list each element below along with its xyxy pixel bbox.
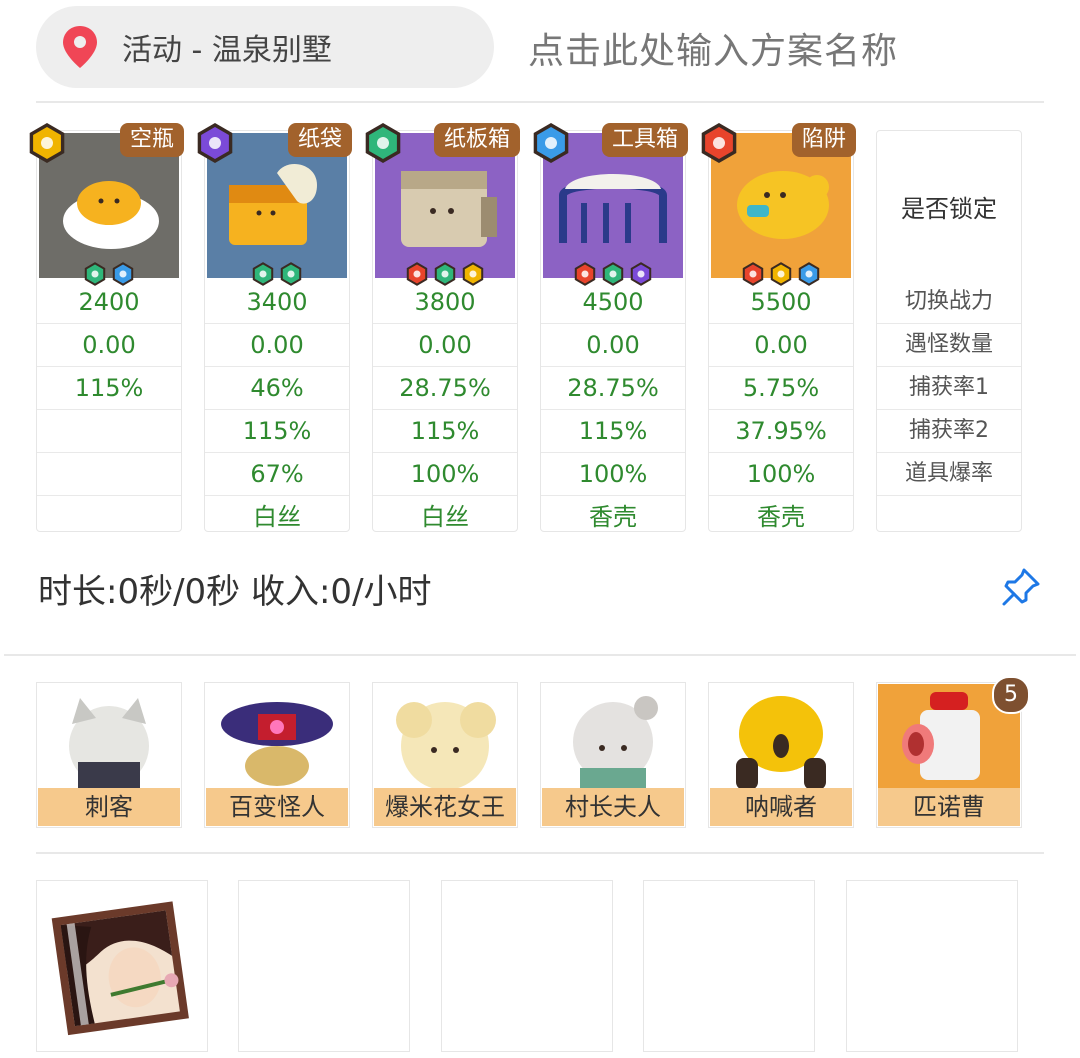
monster-portrait-icon	[221, 702, 333, 786]
element-icons	[373, 261, 517, 289]
pin-icon[interactable]	[1000, 566, 1042, 608]
portrait-card-icon	[51, 901, 189, 1036]
card-slot[interactable]	[238, 880, 410, 1052]
trap-item: 白丝	[205, 495, 349, 538]
monster-name: 百变怪人	[206, 788, 348, 826]
divider	[36, 101, 1044, 103]
plan-name-input[interactable]: 点击此处输入方案名称	[528, 22, 898, 74]
trap-name: 纸袋	[287, 123, 352, 157]
trap-capture-rate-2: 115%	[373, 409, 517, 452]
trap-encounters: 0.00	[205, 323, 349, 366]
purple-element-icon	[628, 261, 654, 289]
divider	[4, 654, 1076, 656]
monster-portrait-icon	[736, 696, 826, 788]
monster-card[interactable]: 呐喊者	[708, 682, 854, 828]
gold-element-icon	[768, 261, 794, 289]
monster-card[interactable]: 爆米花女王	[372, 682, 518, 828]
location-label: 活动 - 温泉别墅	[122, 33, 332, 68]
row-label-encounters: 遇怪数量	[877, 323, 1021, 366]
trap-encounters: 0.00	[541, 323, 685, 366]
green-element-icon	[432, 261, 458, 289]
green-element-icon	[250, 261, 276, 289]
location-pin-icon	[63, 26, 97, 68]
trap-capture-rate-2	[37, 409, 181, 452]
monster-name: 村长夫人	[542, 788, 684, 826]
trap-item: 香壳	[541, 495, 685, 538]
green-rarity-gem-icon	[361, 121, 405, 165]
trap-name: 陷阱	[791, 123, 856, 157]
blue-rarity-gem-icon	[529, 121, 573, 165]
trap-drop-rate: 100%	[373, 452, 517, 495]
trap-card[interactable]: 陷阱 5500 0.00 5.75% 37.95% 100% 香壳	[701, 123, 856, 532]
element-icons	[709, 261, 853, 289]
element-icons	[37, 261, 181, 289]
trap-capture-rate-2: 37.95%	[709, 409, 853, 452]
trap-capture-rate-1: 28.75%	[373, 366, 517, 409]
divider	[36, 852, 1044, 854]
trap-name: 空瓶	[119, 123, 184, 157]
card-slot[interactable]	[643, 880, 815, 1052]
count-badge: 5	[992, 676, 1030, 714]
blue-element-icon	[796, 261, 822, 289]
trap-capture-rate-1: 46%	[205, 366, 349, 409]
row-label-capture-rate-1: 捕获率1	[877, 366, 1021, 409]
trap-card[interactable]: 空瓶 2400 0.00 115%	[29, 123, 184, 532]
trap-drop-rate: 100%	[709, 452, 853, 495]
element-icons	[205, 261, 349, 289]
purple-rarity-gem-icon	[193, 121, 237, 165]
trap-name: 工具箱	[601, 123, 688, 157]
row-label-capture-rate-2: 捕获率2	[877, 409, 1021, 452]
trap-item: 香壳	[709, 495, 853, 538]
trap-encounters: 0.00	[37, 323, 181, 366]
green-element-icon	[82, 261, 108, 289]
lock-toggle-label[interactable]: 是否锁定	[877, 189, 1021, 224]
trap-card[interactable]: 纸袋 3400 0.00 46% 115% 67% 白丝	[197, 123, 352, 532]
trap-drop-rate: 100%	[541, 452, 685, 495]
monster-name: 刺客	[38, 788, 180, 826]
element-icons	[541, 261, 685, 289]
monster-name: 匹诺曹	[878, 788, 1020, 826]
card-slot[interactable]	[846, 880, 1018, 1052]
monster-card[interactable]: 刺客	[36, 682, 182, 828]
trap-drop-rate	[37, 452, 181, 495]
trap-capture-rate-2: 115%	[205, 409, 349, 452]
gold-element-icon	[460, 261, 486, 289]
red-element-icon	[740, 261, 766, 289]
red-element-icon	[404, 261, 430, 289]
row-label-drop-rate: 道具爆率	[877, 452, 1021, 495]
stats-line: 时长:0秒/0秒 收入:0/小时	[38, 572, 432, 612]
trap-name: 纸板箱	[433, 123, 520, 157]
green-element-icon	[278, 261, 304, 289]
card-slot[interactable]	[441, 880, 613, 1052]
label-column: 是否锁定 切换战力 遇怪数量 捕获率1 捕获率2 道具爆率	[876, 130, 1022, 532]
red-rarity-gem-icon	[697, 121, 741, 165]
green-element-icon	[600, 261, 626, 289]
trap-capture-rate-1: 115%	[37, 366, 181, 409]
trap-capture-rate-1: 28.75%	[541, 366, 685, 409]
trap-item	[37, 495, 181, 538]
red-element-icon	[572, 261, 598, 289]
trap-card[interactable]: 工具箱 4500 0.00 28.75% 115% 100% 香壳	[533, 123, 688, 532]
monster-portrait-icon	[396, 702, 496, 788]
trap-card[interactable]: 纸板箱 3800 0.00 28.75% 115% 100% 白丝	[365, 123, 520, 532]
trap-item: 白丝	[373, 495, 517, 538]
card-slot[interactable]	[36, 880, 208, 1052]
monster-portrait-icon	[69, 698, 149, 788]
trap-capture-rate-1: 5.75%	[709, 366, 853, 409]
location-selector[interactable]: 活动 - 温泉别墅	[36, 6, 494, 88]
monster-card[interactable]: 村长夫人	[540, 682, 686, 828]
monster-name: 呐喊者	[710, 788, 852, 826]
monster-card[interactable]: 百变怪人	[204, 682, 350, 828]
row-label-power[interactable]: 切换战力	[877, 281, 1021, 323]
trap-encounters: 0.00	[373, 323, 517, 366]
trap-capture-rate-2: 115%	[541, 409, 685, 452]
monster-name: 爆米花女王	[374, 788, 516, 826]
trap-encounters: 0.00	[709, 323, 853, 366]
monster-portrait-icon	[573, 696, 658, 788]
gold-rarity-gem-icon	[25, 121, 69, 165]
blue-element-icon	[110, 261, 136, 289]
trap-drop-rate: 67%	[205, 452, 349, 495]
